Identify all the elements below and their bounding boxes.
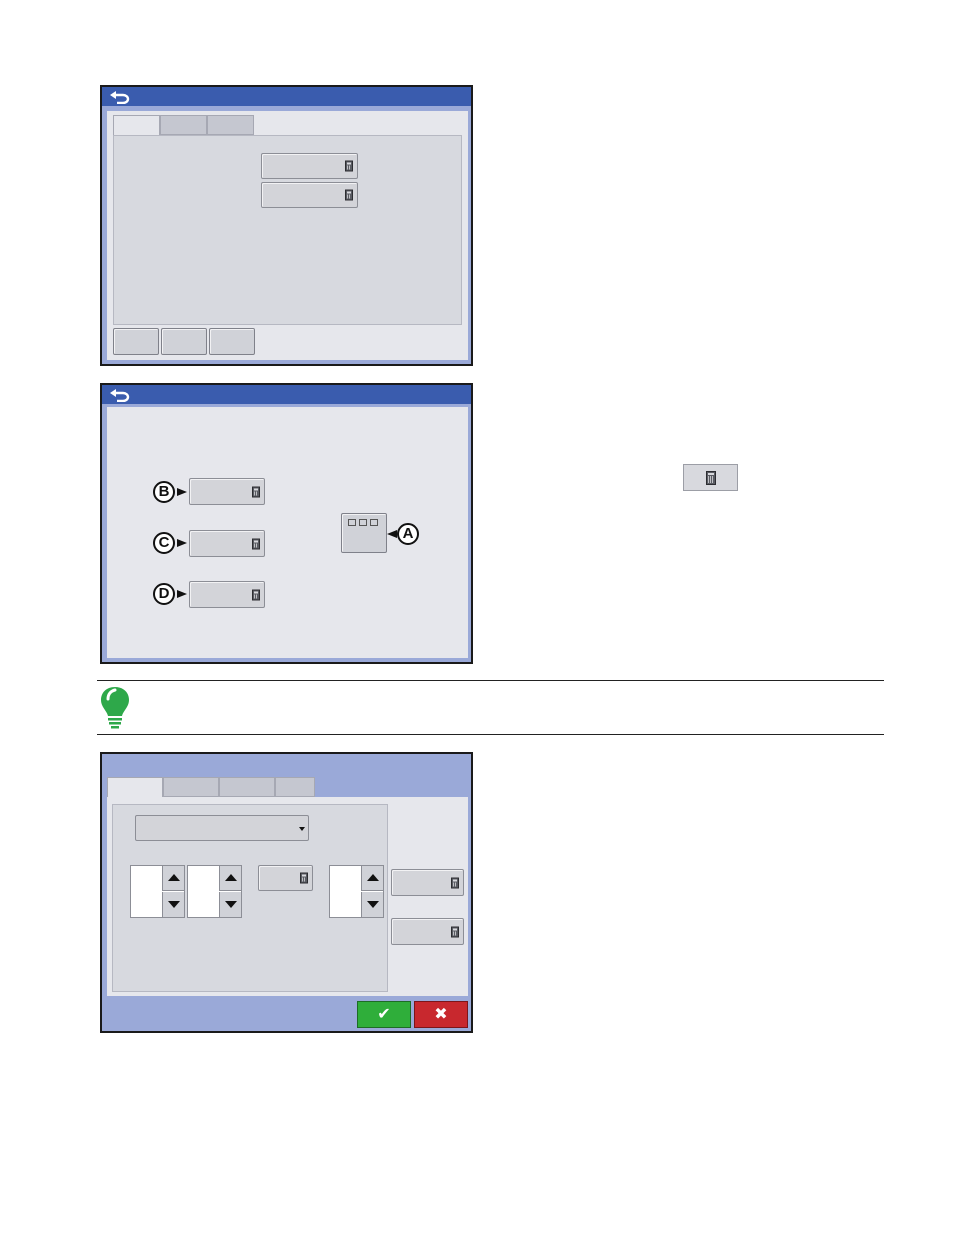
calculator-icon (300, 872, 308, 884)
product-button-a[interactable] (341, 513, 387, 553)
arrow-down-icon (168, 901, 180, 908)
calculator-field-right-2[interactable] (391, 918, 464, 945)
tab-3[interactable] (207, 115, 254, 135)
callout-c-pointer (177, 539, 187, 547)
tab-2[interactable] (160, 115, 207, 135)
body-panel (107, 111, 468, 360)
calculator-icon (252, 486, 260, 497)
calculator-icon (252, 538, 260, 549)
lightbulb-icon (101, 687, 129, 729)
screen-3: ✔ ✖ (100, 752, 473, 1033)
spinner-3[interactable] (329, 865, 384, 918)
arrow-down-icon (367, 901, 379, 908)
calculator-field-b[interactable] (189, 478, 265, 505)
tab-content (112, 804, 388, 992)
mini-square-1 (348, 519, 356, 526)
calculator-field-c[interactable] (189, 530, 265, 557)
tip-divider-top (97, 680, 884, 681)
spinner-3-up-button[interactable] (361, 866, 383, 891)
callout-a-pointer (387, 530, 397, 538)
bottom-button-3[interactable] (209, 328, 255, 355)
callout-d-pointer (177, 590, 187, 598)
spinner-2-down-button[interactable] (219, 892, 241, 917)
cancel-button[interactable]: ✖ (414, 1001, 468, 1028)
calculator-icon (451, 877, 459, 888)
screen-1 (100, 85, 473, 366)
mini-square-2 (359, 519, 367, 526)
back-arrow-icon[interactable] (108, 89, 132, 104)
bottom-button-1[interactable] (113, 328, 159, 355)
tab-1[interactable] (107, 777, 163, 797)
calculator-field-right-1[interactable] (391, 869, 464, 896)
product-dropdown[interactable] (135, 815, 309, 841)
arrow-up-icon (225, 874, 237, 881)
arrow-up-icon (367, 874, 379, 881)
arrow-up-icon (168, 874, 180, 881)
spinner-1-up-button[interactable] (162, 866, 184, 891)
calculator-field-1[interactable] (261, 153, 358, 179)
bottom-button-2[interactable] (161, 328, 207, 355)
title-bar (102, 87, 471, 106)
spinner-2[interactable] (187, 865, 242, 918)
mini-square-3 (370, 519, 378, 526)
calculator-icon (252, 589, 260, 600)
callout-a: A (397, 523, 419, 545)
ok-button[interactable]: ✔ (357, 1001, 411, 1028)
calculator-icon (451, 926, 459, 937)
tip-divider-bottom (97, 734, 884, 735)
spinner-3-down-button[interactable] (361, 892, 383, 917)
spinner-1-down-button[interactable] (162, 892, 184, 917)
tab-content (113, 135, 462, 325)
tab-4[interactable] (275, 777, 315, 797)
arrow-down-icon (225, 901, 237, 908)
tab-2[interactable] (163, 777, 219, 797)
callout-d: D (153, 583, 175, 605)
tab-1[interactable] (113, 115, 160, 135)
spinner-1[interactable] (130, 865, 185, 918)
chevron-down-icon (299, 827, 305, 831)
callout-b: B (153, 481, 175, 503)
calculator-icon (706, 470, 716, 485)
calculator-icon (345, 160, 353, 172)
calculator-button-example (683, 464, 738, 491)
screen-2: B C D A (100, 383, 473, 664)
callout-b-pointer (177, 488, 187, 496)
title-bar (102, 385, 471, 404)
tab-3[interactable] (219, 777, 275, 797)
body-panel (107, 797, 468, 996)
calculator-icon (345, 189, 353, 201)
calculator-field-d[interactable] (189, 581, 265, 608)
calculator-field-middle[interactable] (258, 865, 313, 891)
calculator-field-2[interactable] (261, 182, 358, 208)
callout-c: C (153, 532, 175, 554)
body-panel: B C D A (107, 407, 468, 658)
back-arrow-icon[interactable] (108, 387, 132, 402)
spinner-2-up-button[interactable] (219, 866, 241, 891)
